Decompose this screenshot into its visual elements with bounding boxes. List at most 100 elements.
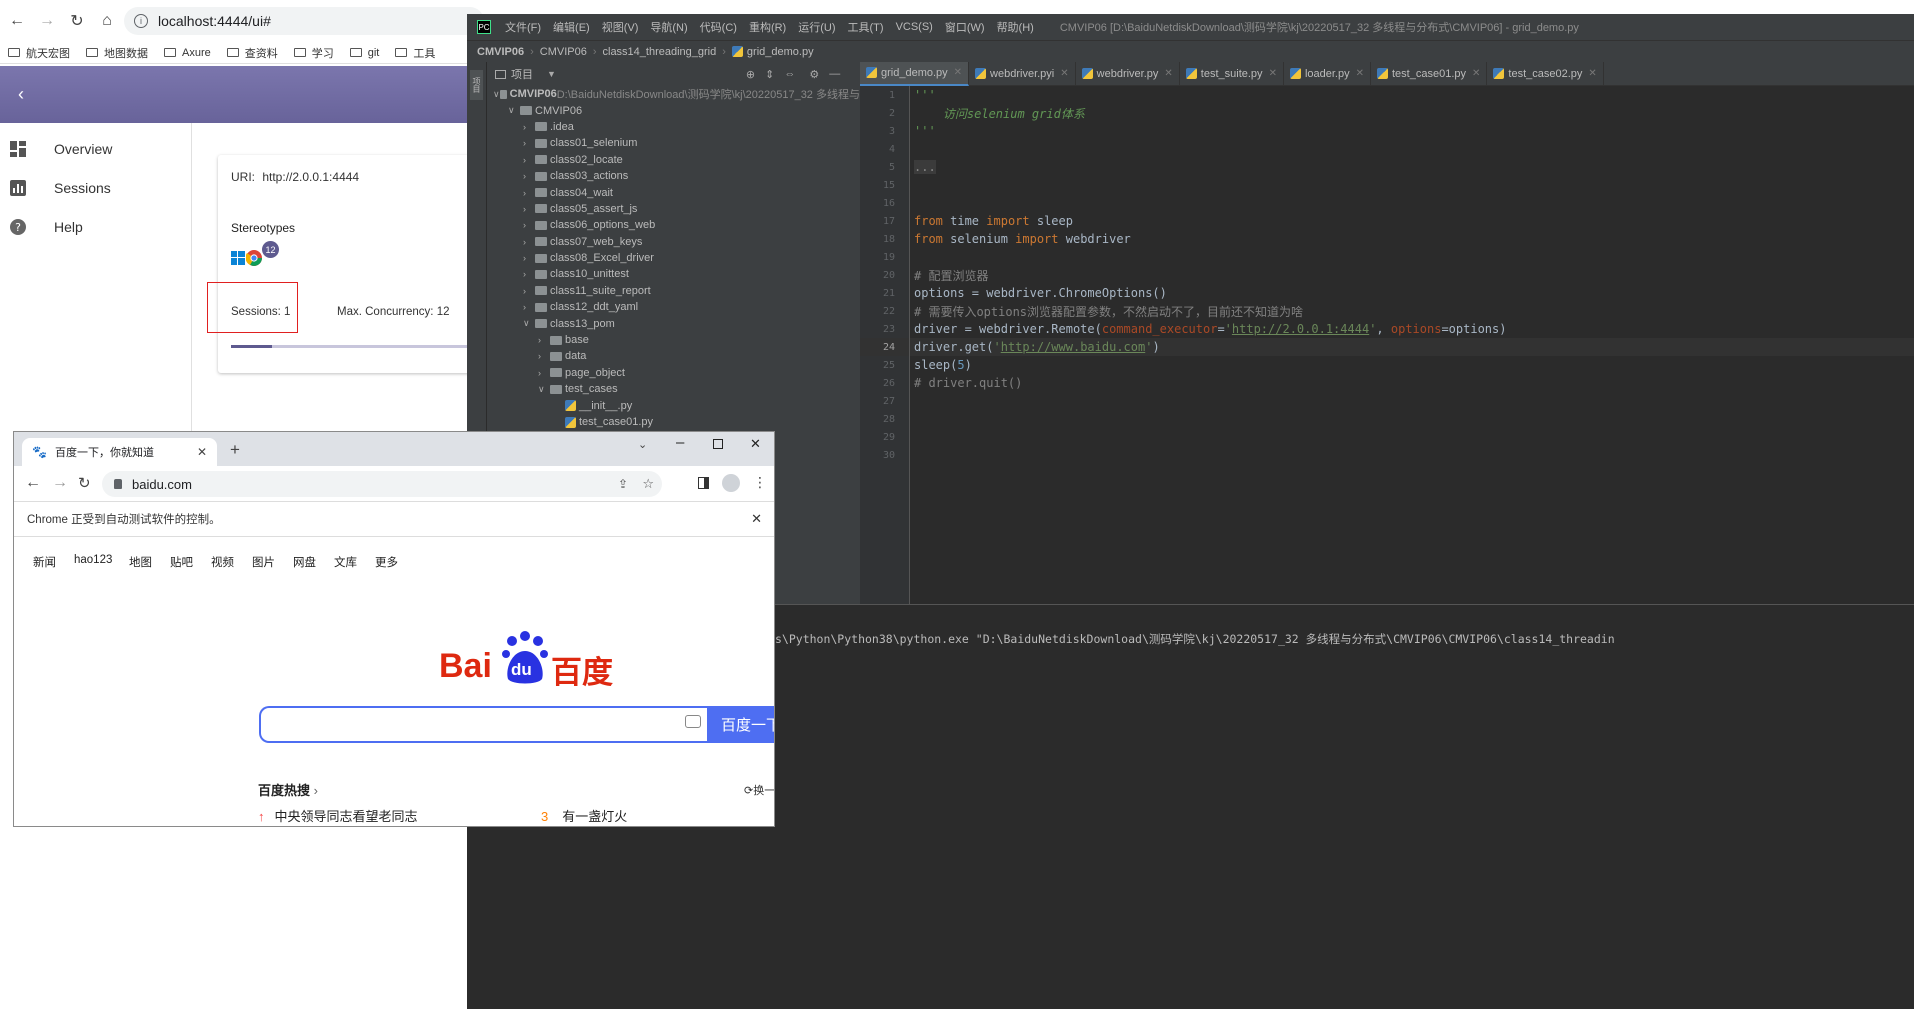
menu-navigate[interactable]: 导航(N)	[650, 19, 687, 35]
chevron-right-icon[interactable]: ›	[538, 351, 550, 361]
bookmark-item[interactable]: git	[349, 47, 379, 59]
star-icon[interactable]: ☆	[642, 476, 654, 492]
url-text[interactable]: localhost:4444/ui#	[158, 13, 271, 29]
close-window-icon[interactable]: ✕	[750, 436, 761, 452]
editor-tab[interactable]: loader.py ✕	[1284, 61, 1371, 86]
chevron-down-icon[interactable]: ▼	[547, 69, 556, 79]
tree-node[interactable]: › class12_ddt_yaml	[487, 299, 860, 315]
hide-icon[interactable]: —	[829, 68, 840, 80]
back-icon[interactable]: ←	[4, 8, 30, 34]
chevron-right-icon[interactable]: ›	[523, 237, 535, 247]
nav-link-news[interactable]: 新闻	[33, 554, 56, 570]
avatar[interactable]	[722, 474, 740, 492]
chevron-right-icon[interactable]: ›	[523, 302, 535, 312]
nav-link-hao123[interactable]: hao123	[74, 554, 112, 566]
menu-code[interactable]: 代码(C)	[700, 19, 737, 35]
more-menu-icon[interactable]: ⋮	[753, 474, 767, 491]
bookmark-item[interactable]: Axure	[164, 47, 211, 59]
editor-tab[interactable]: test_case01.py ✕	[1371, 61, 1488, 86]
hot-search-item[interactable]: ↑ 中央领导同志看望老同志	[258, 806, 418, 825]
close-tab-icon[interactable]: ✕	[1269, 68, 1277, 79]
editor-tab[interactable]: test_case02.py ✕	[1487, 61, 1604, 86]
maximize-icon[interactable]	[713, 439, 723, 449]
breadcrumb-item[interactable]: CMVIP06	[540, 46, 587, 58]
tree-node[interactable]: __init__.py	[487, 397, 860, 413]
hot-search-item[interactable]: 3 有一盏灯火	[541, 806, 627, 825]
chevron-right-icon[interactable]: ›	[523, 204, 535, 214]
search-input[interactable]	[259, 706, 709, 743]
menu-refactor[interactable]: 重构(R)	[749, 19, 786, 35]
collapse-all-icon[interactable]: ⇔	[784, 68, 795, 80]
forward-icon[interactable]: →	[34, 8, 60, 34]
tree-node[interactable]: › class08_Excel_driver	[487, 250, 860, 266]
tree-node[interactable]: › class01_selenium	[487, 135, 860, 151]
sidebar-item-overview[interactable]: Overview	[0, 129, 191, 168]
close-tab-icon[interactable]: ✕	[1472, 68, 1480, 79]
address-bar[interactable]: i localhost:4444/ui#	[124, 7, 484, 35]
nav-link-images[interactable]: 图片	[252, 554, 275, 570]
chevron-right-icon[interactable]: ›	[523, 138, 535, 148]
breadcrumb-item[interactable]: grid_demo.py	[747, 46, 814, 58]
tree-node[interactable]: ∨ class13_pom	[487, 315, 860, 331]
chevron-right-icon[interactable]: ›	[538, 368, 550, 378]
chevron-down-icon[interactable]: ∨	[523, 318, 535, 329]
tree-node[interactable]: › .idea	[487, 119, 860, 135]
chevron-right-icon[interactable]: ›	[523, 220, 535, 230]
forward-icon[interactable]: →	[52, 474, 68, 492]
editor-tab[interactable]: webdriver.py ✕	[1076, 61, 1180, 86]
menu-window[interactable]: 窗口(W)	[945, 19, 985, 35]
chevron-right-icon[interactable]: ›	[523, 155, 535, 165]
expand-all-icon[interactable]: ⇕	[765, 68, 774, 81]
close-tab-icon[interactable]: ✕	[1164, 68, 1172, 79]
menu-view[interactable]: 视图(V)	[602, 19, 639, 35]
chevron-right-icon[interactable]: ›	[538, 335, 550, 345]
browser-tab[interactable]: 🐾 百度一下，你就知道 ✕	[22, 438, 217, 466]
tree-node[interactable]: › class04_wait	[487, 184, 860, 200]
bookmark-item[interactable]: 学习	[293, 45, 334, 61]
search-button[interactable]: 百度一下	[707, 706, 774, 743]
project-tool-button[interactable]: 项目	[470, 70, 483, 100]
code-editor[interactable]: ''' 访问selenium grid体系 ''' ... from time …	[910, 86, 1914, 604]
tree-node[interactable]: › class07_web_keys	[487, 234, 860, 250]
editor-tab[interactable]: test_suite.py ✕	[1180, 61, 1284, 86]
close-tab-icon[interactable]: ✕	[1588, 68, 1596, 79]
info-icon[interactable]: i	[134, 14, 148, 28]
close-tab-icon[interactable]: ✕	[1060, 68, 1068, 79]
nav-link-video[interactable]: 视频	[211, 554, 234, 570]
nav-link-wenku[interactable]: 文库	[334, 554, 357, 570]
refresh-hot-button[interactable]: ⟳换一	[744, 782, 774, 798]
tree-node[interactable]: › base	[487, 332, 860, 348]
bookmark-item[interactable]: 航天宏图	[8, 45, 70, 61]
chevron-right-icon[interactable]: ›	[523, 286, 535, 296]
nav-link-more[interactable]: 更多	[375, 554, 398, 570]
close-tab-icon[interactable]: ✕	[1356, 68, 1364, 79]
tree-node[interactable]: › class03_actions	[487, 168, 860, 184]
close-tab-icon[interactable]: ✕	[197, 445, 207, 459]
project-view-label[interactable]: 项目	[511, 66, 533, 82]
menu-edit[interactable]: 编辑(E)	[553, 19, 590, 35]
close-infobar-icon[interactable]: ✕	[751, 511, 762, 527]
editor-tab[interactable]: grid_demo.py ✕	[860, 61, 970, 86]
tree-node[interactable]: ∨ CMVIP06 D:\BaiduNetdiskDownload\测码学院\kj…	[487, 86, 860, 102]
tree-node[interactable]: › class02_locate	[487, 152, 860, 168]
gear-icon[interactable]: ⚙	[809, 68, 819, 81]
share-icon[interactable]: ⇪	[618, 477, 628, 491]
tree-node[interactable]: › class11_suite_report	[487, 283, 860, 299]
menu-vcs[interactable]: VCS(S)	[896, 21, 933, 33]
tree-node[interactable]: › data	[487, 348, 860, 364]
nav-link-map[interactable]: 地图	[129, 554, 152, 570]
chevron-right-icon[interactable]: ›	[523, 122, 535, 132]
chevron-down-icon[interactable]: ∨	[508, 105, 520, 116]
back-icon[interactable]: ←	[25, 474, 41, 492]
tab-search-icon[interactable]: ⌄	[638, 438, 647, 451]
tree-node[interactable]: › class10_unittest	[487, 266, 860, 282]
tree-node[interactable]: ∨ CMVIP06	[487, 102, 860, 118]
side-panel-icon[interactable]	[698, 477, 709, 489]
hot-search-title[interactable]: 百度热搜 ›	[258, 780, 318, 799]
breadcrumb-item[interactable]: CMVIP06	[477, 46, 524, 58]
breadcrumb-item[interactable]: class14_threading_grid	[603, 46, 717, 58]
bookmark-item[interactable]: 工具	[395, 45, 435, 61]
menu-file[interactable]: 文件(F)	[505, 19, 541, 35]
chevron-down-icon[interactable]: ∨	[538, 384, 550, 395]
chevron-right-icon[interactable]: ›	[523, 253, 535, 263]
